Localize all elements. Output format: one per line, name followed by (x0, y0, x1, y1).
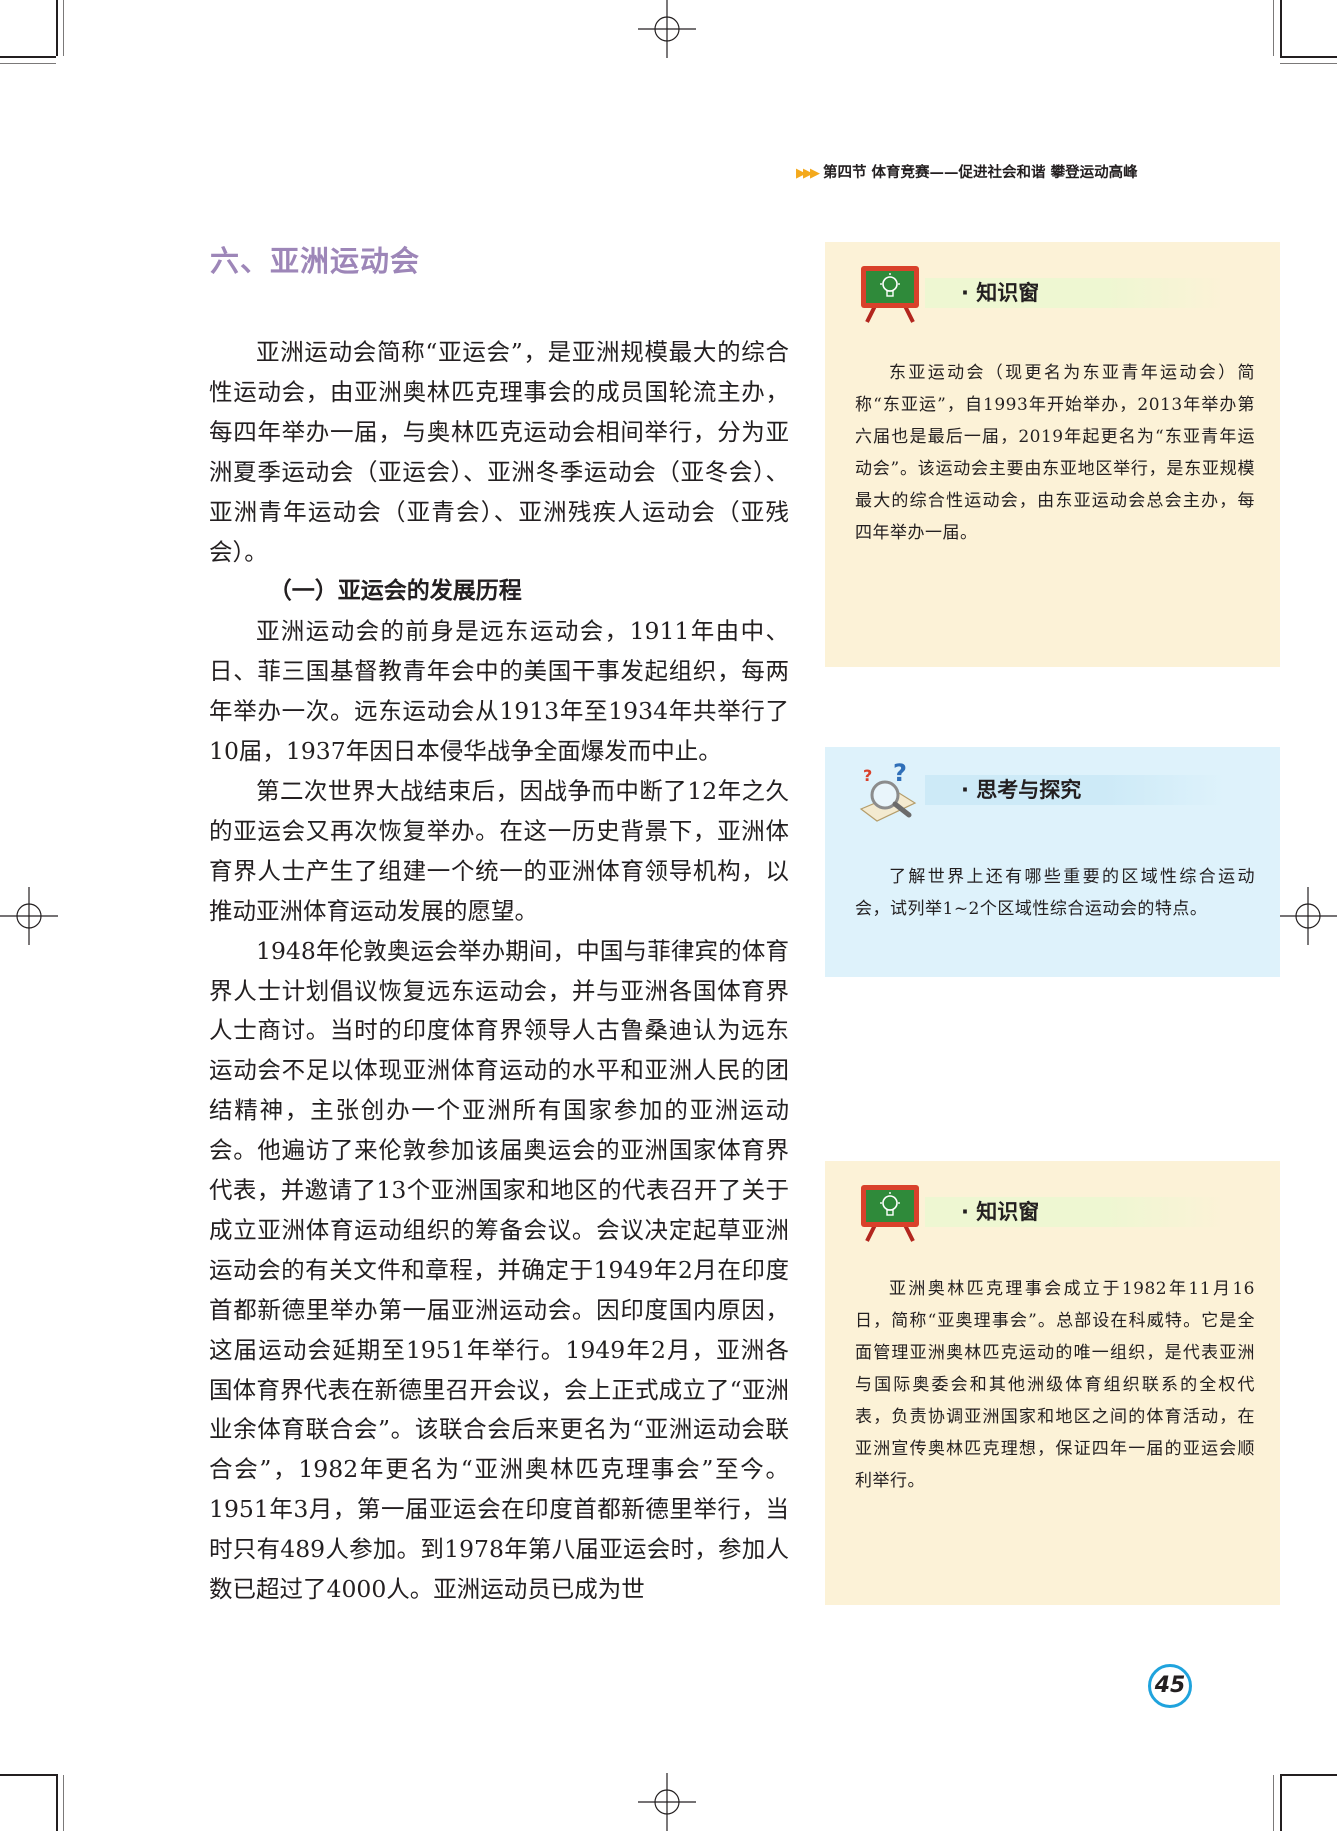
box-paragraph: 了解世界上还有哪些重要的区域性综合运动会，试列举1~2个区域性综合运动会的特点。 (855, 867, 1255, 919)
section-title: 六、亚洲运动会 (210, 244, 421, 278)
box-header: ? ? · 思考与探究 (855, 759, 1275, 822)
box-paragraph: 东亚运动会（现更名为东亚青年运动会）简称“东亚运”，自1993年开始举办，201… (855, 363, 1255, 543)
box-text: 了解世界上还有哪些重要的区域性综合运动会，试列举1~2个区域性综合运动会的特点。 (855, 861, 1255, 925)
paragraph-4: 1948年伦敦奥运会举办期间，中国与菲律宾的体育界人士计划倡议恢复远东运动会，并… (209, 936, 789, 1604)
svg-text:?: ? (863, 766, 872, 785)
magnifier-question-icon: ? ? (859, 759, 917, 822)
running-header: ▶▶▶ 第四节 体育竞赛——促进社会和谐 攀登运动高峰 (796, 161, 1156, 183)
registration-mark-right (1279, 887, 1337, 945)
header-text: 第四节 体育竞赛——促进社会和谐 攀登运动高峰 (823, 164, 1138, 181)
paragraph-2: 亚洲运动会的前身是远东运动会，1911年由中、日、菲三国基督教青年会中的美国干事… (209, 617, 789, 766)
box-header: · 知识窗 (855, 262, 1275, 323)
subsection-title: （一）亚运会的发展历程 (268, 578, 522, 605)
box-title: · 知识窗 (961, 1200, 1040, 1224)
knowledge-window-box-1: · 知识窗 东亚运动会（现更名为东亚青年运动会）简称“东亚运”，自1993年开始… (825, 242, 1280, 667)
chalkboard-lightbulb-icon (861, 1185, 919, 1242)
registration-mark-top (638, 0, 696, 58)
box-text: 亚洲奥林匹克理事会成立于1982年11月16日，简称“亚奥理事会”。总部设在科威… (855, 1273, 1255, 1497)
knowledge-window-box-2: · 知识窗 亚洲奥林匹克理事会成立于1982年11月16日，简称“亚奥理事会”。… (825, 1161, 1280, 1605)
box-title: · 知识窗 (961, 281, 1040, 305)
paragraph-1: 亚洲运动会简称“亚运会”，是亚洲规模最大的综合性运动会，由亚洲奥林匹克理事会的成… (209, 338, 789, 566)
svg-text:?: ? (893, 759, 907, 787)
page-number: 45 (1148, 1664, 1192, 1708)
registration-mark-left (0, 887, 58, 945)
box-text: 东亚运动会（现更名为东亚青年运动会）简称“东亚运”，自1993年开始举办，201… (855, 357, 1255, 549)
registration-mark-bottom (638, 1773, 696, 1831)
box-header: · 知识窗 (855, 1181, 1275, 1242)
paragraph-3: 第二次世界大战结束后，因战争而中断了12年之久的亚运会又再次恢复举办。在这一历史… (209, 776, 789, 925)
header-arrows-icon: ▶▶▶ (796, 166, 820, 181)
box-title: · 思考与探究 (961, 778, 1082, 802)
main-body: 亚洲运动会简称“亚运会”，是亚洲规模最大的综合性运动会，由亚洲奥林匹克理事会的成… (209, 333, 789, 1610)
chalkboard-lightbulb-icon (861, 266, 919, 323)
think-explore-box: ? ? · 思考与探究 了解世界上还有哪些重要的区域性综合运动会，试列举1~2个… (825, 747, 1280, 977)
box-paragraph: 亚洲奥林匹克理事会成立于1982年11月16日，简称“亚奥理事会”。总部设在科威… (855, 1279, 1255, 1491)
